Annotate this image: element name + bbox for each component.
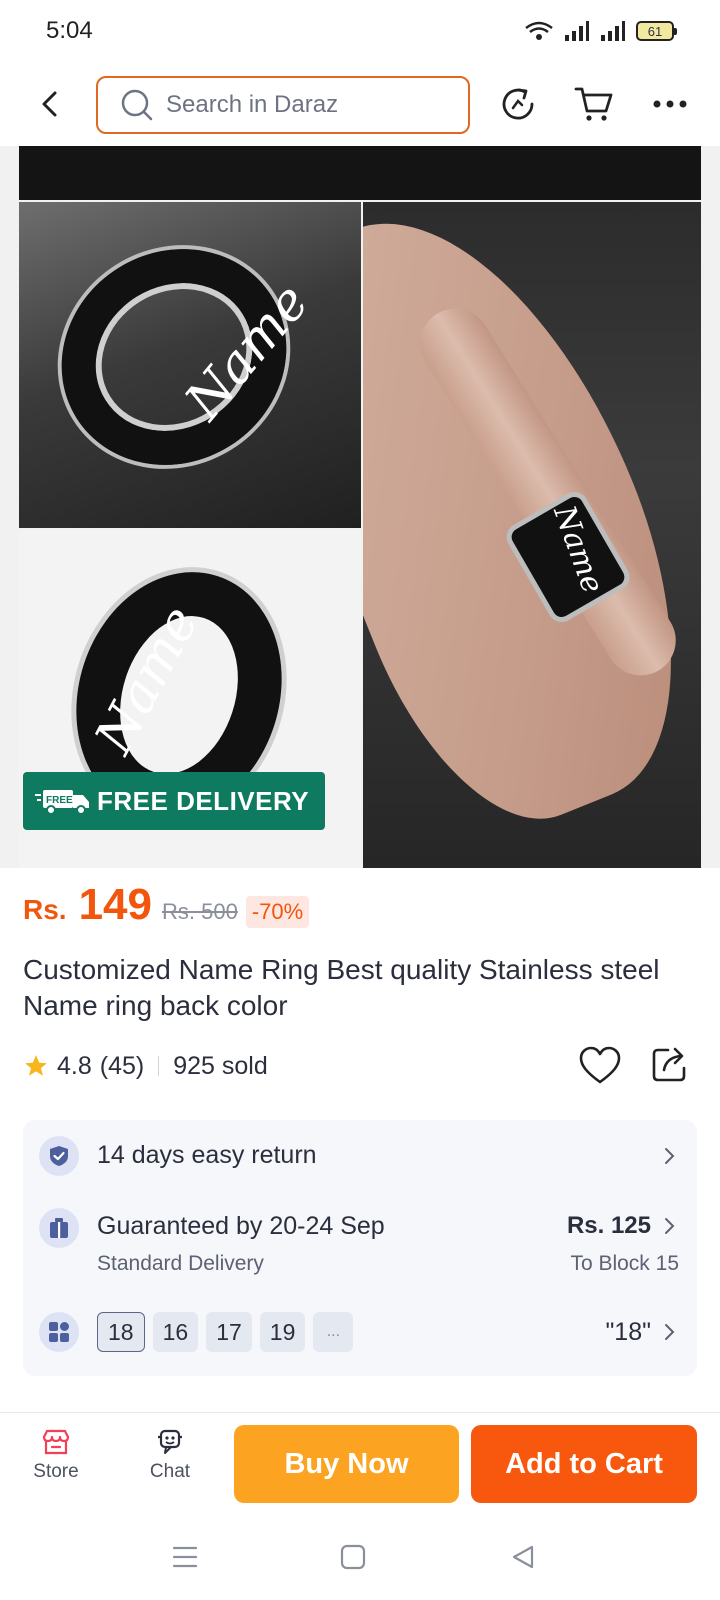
- chevron-right-icon: [665, 1218, 675, 1234]
- image-ring-top: Name: [19, 202, 361, 528]
- gift-box-icon: [50, 1218, 68, 1238]
- variant-icon-wrap: [39, 1312, 79, 1352]
- product-title: Customized Name Ring Best quality Stainl…: [23, 954, 660, 1021]
- chat-icon: [158, 1429, 182, 1454]
- menu-icon: [172, 1546, 198, 1568]
- size-options: 18 16 17 19 ...: [97, 1312, 354, 1352]
- wifi-icon: [525, 21, 553, 40]
- delivery-icon-wrap: [39, 1208, 79, 1248]
- share-icon: [652, 1047, 686, 1082]
- status-icons: 61: [524, 20, 677, 42]
- chevron-left-icon: [42, 91, 57, 117]
- return-policy-row[interactable]: 14 days easy return: [23, 1120, 697, 1192]
- system-navigation-bar: [0, 1512, 720, 1600]
- chat-button[interactable]: Chat: [130, 1427, 210, 1483]
- badge-icon-text: FREE: [46, 795, 73, 806]
- size-option[interactable]: 19: [259, 1312, 306, 1352]
- home-button[interactable]: [336, 1540, 370, 1574]
- status-bar: 5:04 61: [0, 0, 720, 62]
- rating-value: 4.8: [57, 1051, 92, 1080]
- free-delivery-label: FREE DELIVERY: [97, 785, 310, 816]
- delivery-row[interactable]: Guaranteed by 20-24 Sep Standard Deliver…: [23, 1192, 697, 1286]
- search-placeholder: Search in Daraz: [166, 91, 339, 118]
- more-button[interactable]: [648, 82, 692, 126]
- price-currency: Rs.: [23, 894, 67, 925]
- rating-count: (45): [99, 1051, 145, 1080]
- service-info-card: 14 days easy return Guaranteed by 20-24 …: [23, 1120, 697, 1376]
- signal-icon: [565, 21, 589, 41]
- sold-count: 925 sold: [173, 1051, 268, 1080]
- selected-size: "18": [605, 1318, 651, 1346]
- cart-icon: [574, 87, 613, 121]
- chevron-right-icon: [665, 1148, 675, 1164]
- free-delivery-badge: FREE FREE DELIVERY: [23, 772, 325, 830]
- store-button[interactable]: Store: [16, 1427, 96, 1483]
- search-icon: [121, 89, 153, 121]
- delivery-guarantee: Guaranteed by 20-24 Sep: [97, 1212, 385, 1240]
- chevron-right-icon: [665, 1324, 675, 1340]
- price-current: 149: [78, 880, 152, 929]
- status-time: 5:04: [46, 17, 93, 44]
- shield-check-icon: [50, 1146, 68, 1166]
- return-text: 14 days easy return: [97, 1141, 317, 1169]
- wishlist-button[interactable]: [578, 1044, 622, 1088]
- more-dots-icon: [653, 100, 687, 108]
- triangle-back-icon: [512, 1545, 534, 1569]
- store-icon: [42, 1429, 70, 1455]
- buy-now-button[interactable]: Buy Now: [234, 1425, 459, 1503]
- back-button[interactable]: [30, 84, 70, 124]
- delivery-location: To Block 15: [570, 1252, 679, 1275]
- battery-level: 61: [647, 23, 663, 39]
- top-nav: Search in Daraz: [0, 62, 720, 146]
- image-top-band: [19, 146, 701, 200]
- menu-button[interactable]: [168, 1540, 202, 1574]
- home-square-icon: [340, 1544, 366, 1570]
- search-input[interactable]: Search in Daraz: [96, 76, 470, 134]
- grid-icon: [49, 1322, 69, 1342]
- add-to-cart-button[interactable]: Add to Cart: [471, 1425, 697, 1503]
- size-option[interactable]: 18: [97, 1312, 145, 1352]
- return-icon-wrap: [39, 1136, 79, 1176]
- share-button[interactable]: [650, 1044, 694, 1088]
- delivery-type: Standard Delivery: [97, 1252, 264, 1275]
- battery-icon: 61: [636, 21, 677, 41]
- delivery-price: Rs. 125: [566, 1212, 651, 1239]
- price-row: Rs. 149 Rs. 500 -70%: [23, 880, 310, 940]
- image-hand: Name: [363, 202, 701, 868]
- delivery-truck-icon: FREE: [35, 790, 89, 815]
- star-icon: [25, 1055, 47, 1076]
- size-option[interactable]: 16: [152, 1312, 199, 1352]
- discount-badge: -70%: [245, 896, 310, 928]
- refresh-button[interactable]: [496, 82, 540, 126]
- divider: [158, 1056, 160, 1076]
- rating-row[interactable]: 4.8 (45) 925 sold: [23, 1046, 268, 1086]
- store-label: Store: [33, 1461, 79, 1482]
- heart-icon: [579, 1046, 621, 1084]
- size-option-more[interactable]: ...: [313, 1312, 354, 1352]
- variant-row[interactable]: 18 16 17 19 ... "18": [23, 1286, 697, 1376]
- bottom-action-bar: Store Chat Buy Now Add to Cart: [0, 1412, 720, 1512]
- size-option[interactable]: 17: [206, 1312, 252, 1352]
- signal-icon-2: [601, 21, 625, 41]
- product-image[interactable]: Name Name Name FREE FREE DELIVERY: [0, 146, 720, 868]
- refresh-icon: [502, 88, 534, 120]
- price-original: Rs. 500: [162, 899, 238, 924]
- system-back-button[interactable]: [506, 1540, 540, 1574]
- chat-label: Chat: [149, 1461, 191, 1482]
- cart-button[interactable]: [572, 82, 616, 126]
